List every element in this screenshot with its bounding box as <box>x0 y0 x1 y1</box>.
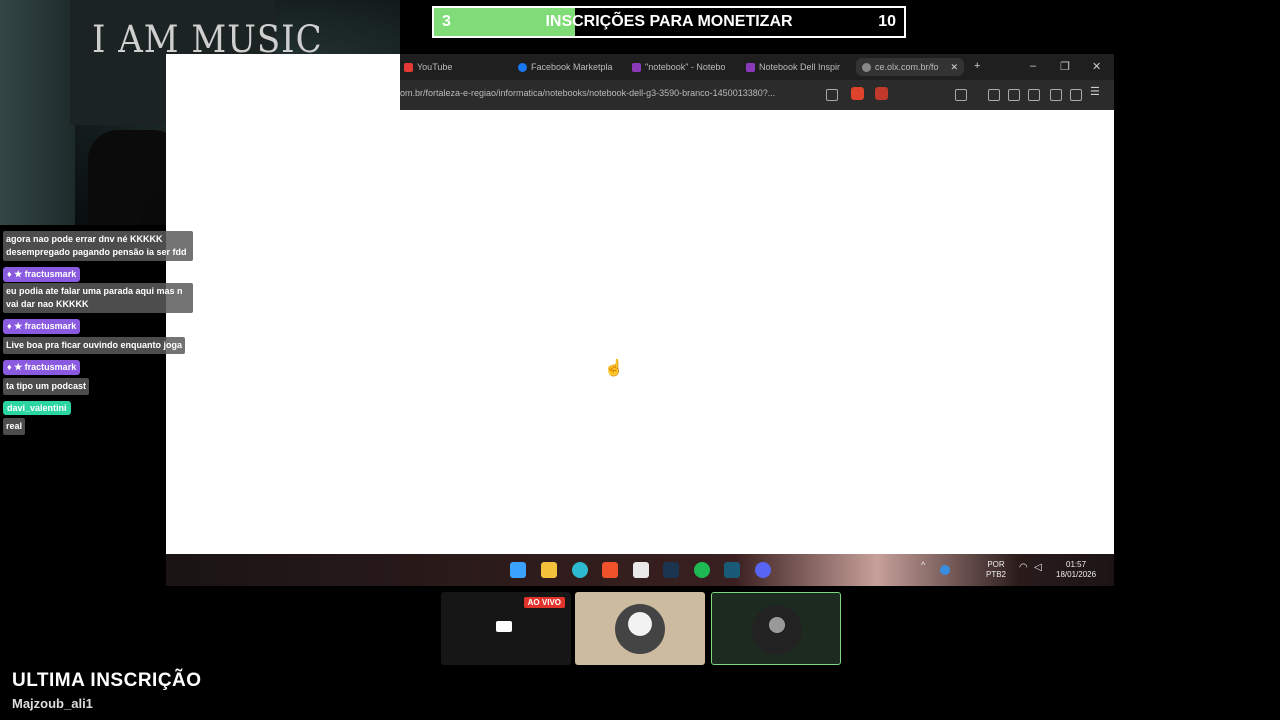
last-subscriber-name: Majzoub_ali1 <box>12 696 93 711</box>
chat-message-text: agora nao pode errar dnv né KKKKK desemp… <box>3 231 193 261</box>
language-label: POR <box>987 560 1005 569</box>
facebook-icon <box>518 62 527 72</box>
chat-message: agora nao pode errar dnv né KKKKK desemp… <box>3 231 203 261</box>
goal-title: INSCRIÇÕES PARA MONETIZAR <box>545 13 793 30</box>
tab-label: Facebook Marketpla <box>531 62 613 72</box>
edge-icon[interactable] <box>572 562 588 578</box>
tab-olx-active[interactable]: ce.olx.com.br/fo ✕ <box>856 58 965 76</box>
tray-chevron-icon[interactable]: ^ <box>921 560 925 570</box>
leo-ai-icon[interactable] <box>1050 89 1062 101</box>
minimize-icon[interactable]: – <box>1030 60 1036 72</box>
hand-cursor-icon: ☝ <box>604 360 624 377</box>
goal-target-count: 10 <box>878 13 896 30</box>
windows-start-icon[interactable] <box>510 562 526 578</box>
brave-shields-icon[interactable] <box>851 87 864 100</box>
browser-window: YouTube Facebook Marketpla "notebook" - … <box>166 54 1114 554</box>
url-field[interactable]: om.br/fortaleza-e-regiao/informatica/not… <box>400 88 775 98</box>
close-window-icon[interactable]: ✕ <box>1092 60 1101 73</box>
volume-icon[interactable]: ◁ <box>1034 563 1042 573</box>
chat-message-text: real <box>3 418 26 435</box>
music-icon[interactable] <box>988 89 1000 101</box>
layout-label: PTB2 <box>986 570 1007 579</box>
clock-time: 01:57 <box>1066 560 1087 569</box>
youtube-icon <box>404 62 413 72</box>
address-bar: om.br/fortaleza-e-regiao/informatica/not… <box>400 80 1114 110</box>
steam-icon[interactable] <box>663 562 679 578</box>
store-icon[interactable] <box>633 562 649 578</box>
chat-message-text: ta tipo um podcast <box>3 378 90 395</box>
window-background <box>0 0 75 225</box>
chat-username: davi_valentini <box>3 401 71 415</box>
page-content[interactable]: ☝ <box>166 110 1114 554</box>
restore-icon[interactable]: ❐ <box>1060 60 1070 73</box>
chat-username: ♦ ★ fractusmark <box>3 319 81 334</box>
tab-label: Notebook Dell Inspir <box>759 62 841 72</box>
spotify-icon[interactable] <box>694 562 710 578</box>
clock-date: 18/01/2026 <box>1056 570 1097 579</box>
windows-taskbar: ^ POR PTB2 ◠ ◁ 01:57 18/01/2026 <box>166 554 1114 586</box>
chat-message: ♦ ★ fractusmark Live boa pra ficar ouvin… <box>3 316 203 357</box>
chat-message: davi_valentini real <box>3 398 203 438</box>
avatar <box>615 604 665 654</box>
chat-username-text: fractusmark <box>24 321 77 331</box>
wallet-icon[interactable] <box>1028 89 1040 101</box>
keyboard-language[interactable]: POR PTB2 <box>986 560 1006 580</box>
vegas-icon[interactable] <box>724 562 740 578</box>
chat-username-text: fractusmark <box>24 269 77 279</box>
brave-icon[interactable] <box>602 562 618 578</box>
tab-label: "notebook" - Notebo <box>645 62 726 72</box>
chat-username-text: fractusmark <box>24 362 77 372</box>
olx-icon <box>632 62 641 72</box>
last-subscriber-title: ULTIMA INSCRIÇÃO <box>12 670 202 691</box>
clock[interactable]: 01:57 18/01/2026 <box>1056 560 1096 580</box>
tab-bar: YouTube Facebook Marketpla "notebook" - … <box>400 54 1114 80</box>
brave-rewards-icon[interactable] <box>875 87 888 100</box>
avatar <box>752 605 802 655</box>
wifi-icon[interactable]: ◠ <box>1019 563 1028 573</box>
chat-message-text: eu podia ate falar uma parada aqui mas n… <box>3 283 193 313</box>
tab-olx-notebook-dell[interactable]: Notebook Dell Inspir <box>746 60 840 74</box>
sidebar-icon[interactable] <box>1008 89 1020 101</box>
discord-icon[interactable] <box>755 562 771 578</box>
screenshot-icon[interactable] <box>955 89 967 101</box>
chat-overlay: agora nao pode errar dnv né KKKKK desemp… <box>3 221 203 438</box>
participant-tile[interactable] <box>575 592 705 665</box>
share-icon[interactable] <box>826 89 838 101</box>
tab-facebook-marketplace[interactable]: Facebook Marketpla <box>518 60 613 74</box>
monitor-icon <box>496 621 512 632</box>
live-badge: AO VIVO <box>523 597 565 608</box>
file-explorer-icon[interactable] <box>541 562 557 578</box>
tab-label: ce.olx.com.br/fo <box>875 62 939 72</box>
tab-label: YouTube <box>417 62 453 72</box>
tab-youtube[interactable]: YouTube <box>404 60 452 74</box>
chat-username: ♦ ★ fractusmark <box>3 267 81 282</box>
chat-message: ♦ ★ fractusmark ta tipo um podcast <box>3 357 203 398</box>
chat-message: ♦ ★ fractusmark eu podia ate falar uma p… <box>3 264 203 313</box>
tab-olx-notebook-search[interactable]: "notebook" - Notebo <box>632 60 725 74</box>
tray-app-icon[interactable] <box>940 565 950 575</box>
participant-tile-speaking[interactable] <box>711 592 841 665</box>
new-tab-button[interactable]: + <box>974 60 980 72</box>
menu-icon[interactable]: ☰ <box>1090 85 1100 98</box>
close-tab-icon[interactable]: ✕ <box>951 62 959 73</box>
chat-username: ♦ ★ fractusmark <box>3 360 81 375</box>
vpn-icon[interactable] <box>1070 89 1082 101</box>
chat-message-text: Live boa pra ficar ouvindo enquanto joga <box>3 337 186 354</box>
globe-icon <box>862 62 871 72</box>
olx-icon <box>746 62 755 72</box>
subscription-goal-bar: 3 INSCRIÇÕES PARA MONETIZAR 10 <box>432 6 906 38</box>
participant-tile-screenshare[interactable]: AO VIVO <box>441 592 571 665</box>
